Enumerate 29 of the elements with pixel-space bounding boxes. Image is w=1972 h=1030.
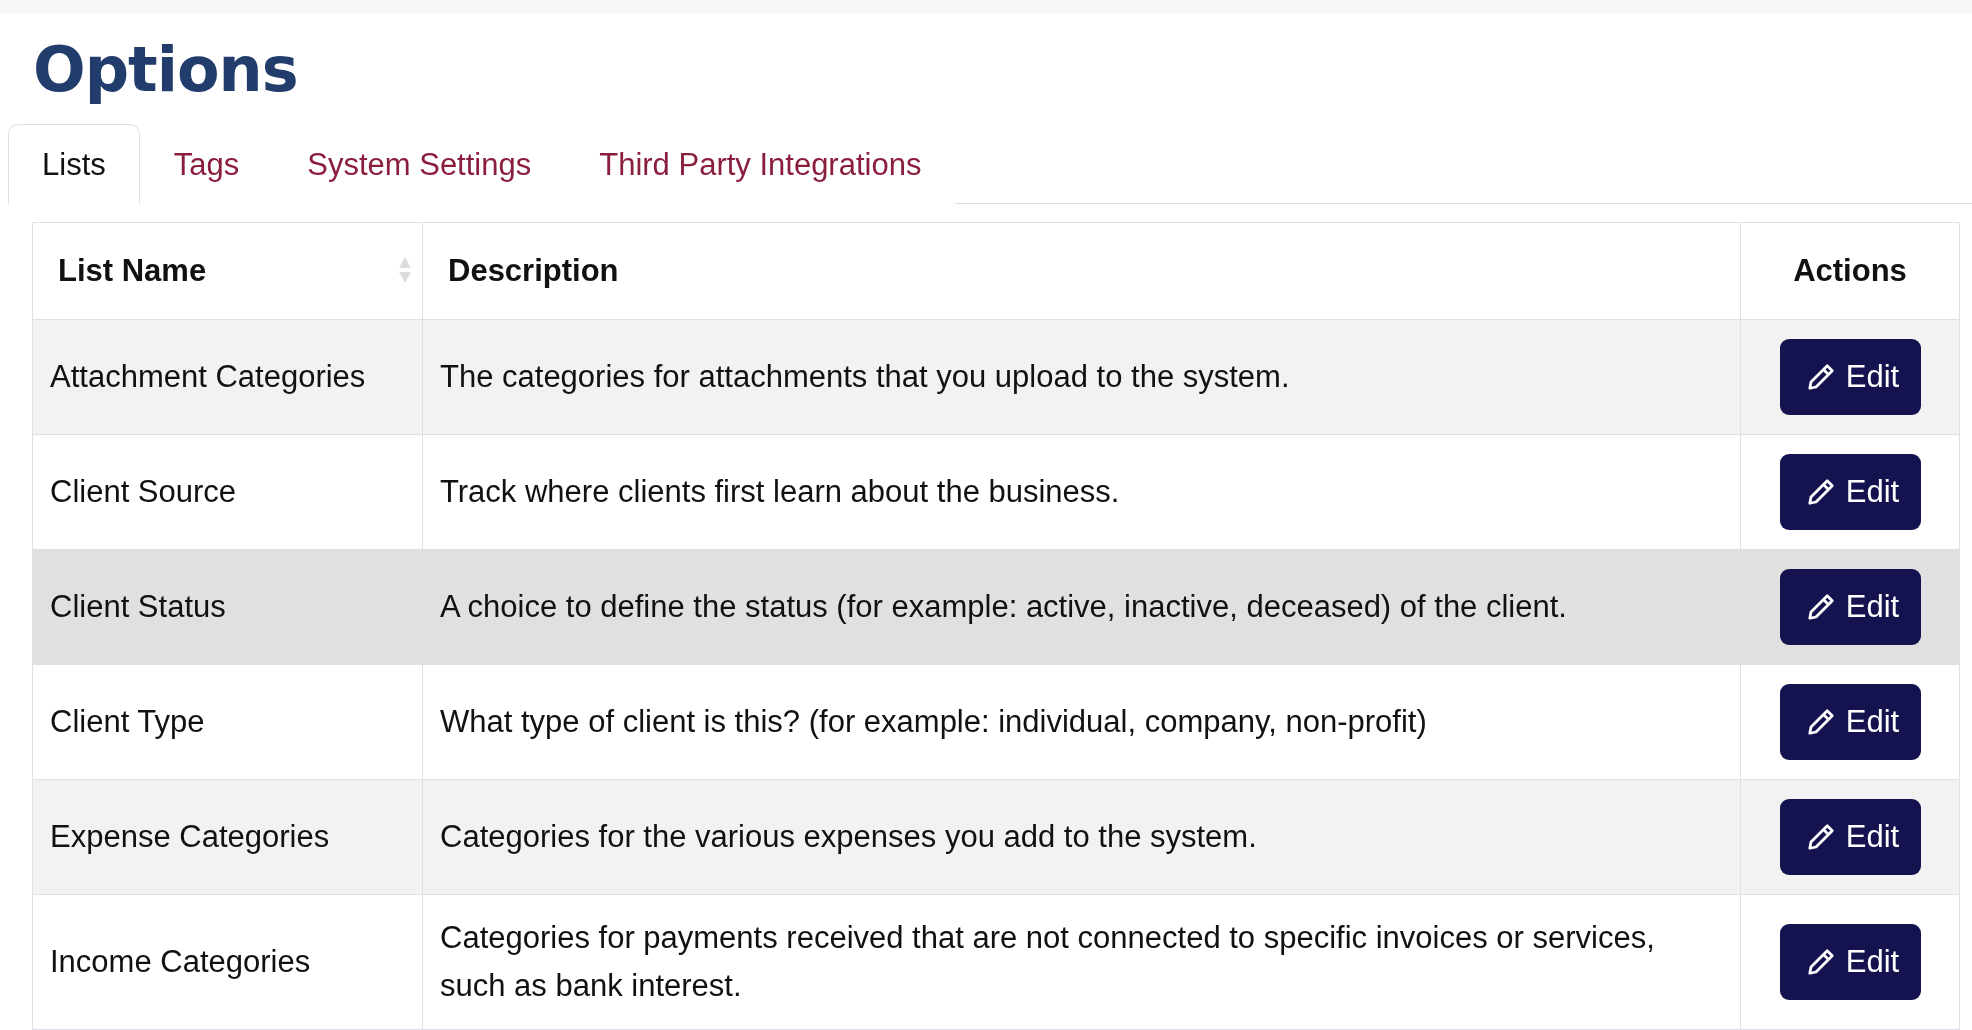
pencil-icon: [1805, 591, 1836, 622]
table-cell: Attachment Categories: [32, 319, 423, 434]
table-cell: Categories for the various expenses you add to the system.: [422, 779, 1741, 894]
pencil-icon: [1805, 361, 1836, 392]
edit-button[interactable]: Edit: [1779, 798, 1922, 875]
pencil-icon: [1805, 476, 1836, 507]
pencil-icon: [1805, 706, 1836, 737]
column-header: Actions: [1740, 222, 1960, 319]
table-cell: Income Categories: [32, 894, 423, 1029]
table-cell: Client Status: [32, 549, 423, 664]
table-cell: Categories for payments received that are not connected to specific invoices or services, such as bank interest.: [422, 894, 1741, 1029]
tab[interactable]: Lists: [8, 124, 140, 204]
table-cell: A choice to define the status (for example: active, inactive, deceased) of the client.: [422, 549, 1741, 664]
edit-button[interactable]: Edit: [1779, 338, 1922, 415]
page-title: Options: [33, 32, 299, 108]
edit-button[interactable]: Edit: [1779, 683, 1922, 760]
edit-button[interactable]: Edit: [1779, 923, 1922, 1000]
table-cell: Client Type: [32, 664, 423, 779]
column-header: Description: [422, 222, 1741, 319]
column-header[interactable]: List Name: [32, 222, 423, 319]
pencil-icon: [1805, 821, 1836, 852]
table-cell: Track where clients first learn about the business.: [422, 434, 1741, 549]
edit-button[interactable]: Edit: [1779, 453, 1922, 530]
table-cell: Client Source: [32, 434, 423, 549]
table-cell: What type of client is this? (for example: individual, company, non-profit): [422, 664, 1741, 779]
table-cell: Expense Categories: [32, 779, 423, 894]
pencil-icon: [1805, 946, 1836, 977]
edit-button[interactable]: Edit: [1779, 568, 1922, 645]
table-cell: The categories for attachments that you upload to the system.: [422, 319, 1741, 434]
